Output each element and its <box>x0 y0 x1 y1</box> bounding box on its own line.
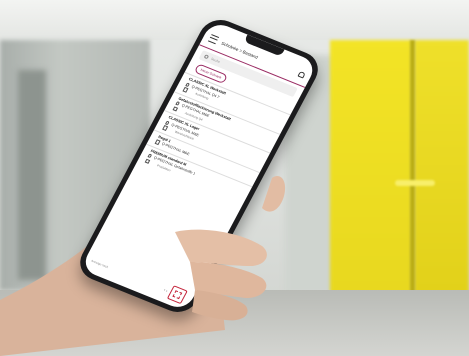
hand-front <box>175 176 286 321</box>
photo-scene: Schränke > Bestand Suche Neuer Schrank C… <box>0 0 469 356</box>
